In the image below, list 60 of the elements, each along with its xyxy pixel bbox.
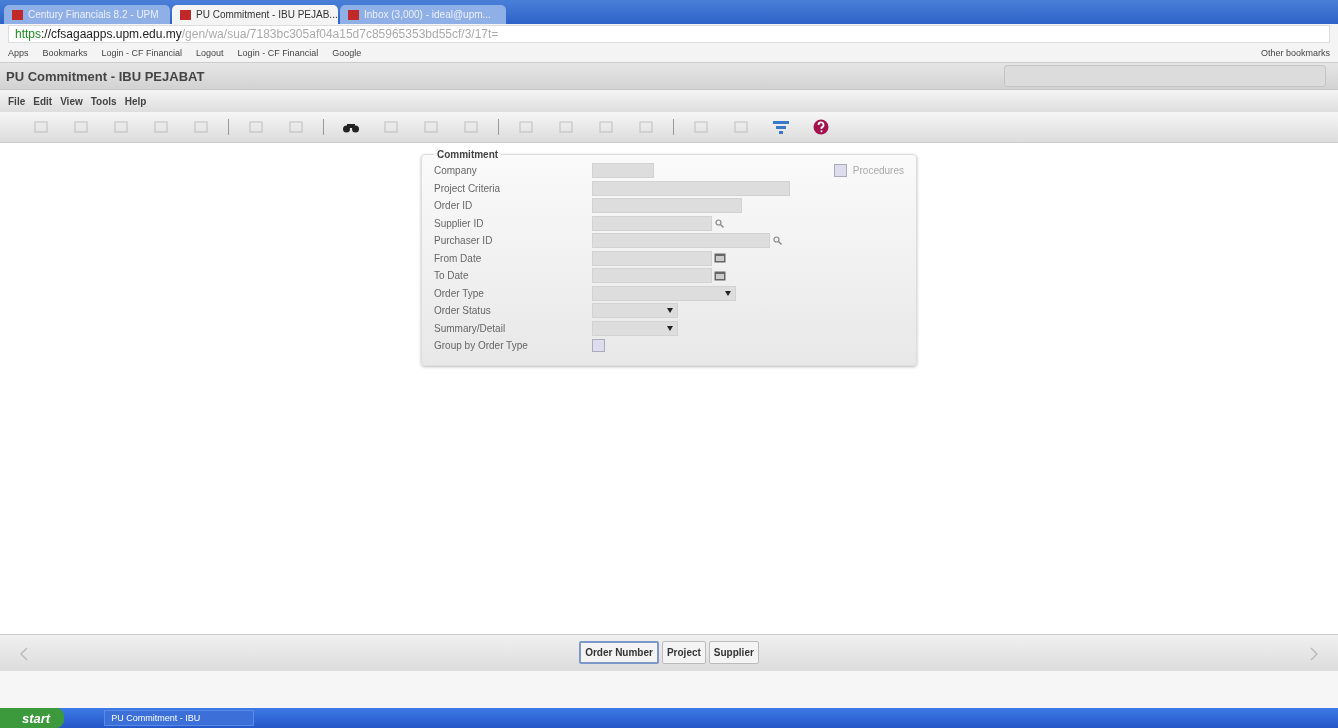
address-bar[interactable]: https://cfsagaapps.upm.edu.my/gen/wa/sua/7183bc305af04a15d7c85965353bd55cf/3/17t= (8, 25, 1330, 43)
dropdown-field[interactable] (592, 320, 678, 336)
caret-icon (725, 290, 731, 296)
view-tab[interactable]: Project (661, 641, 706, 664)
menu-item[interactable]: Edit (33, 95, 53, 107)
bookmark-link[interactable]: Login - CF Financial (237, 48, 319, 58)
input-field[interactable] (592, 215, 712, 231)
start-button[interactable]: start (0, 708, 65, 728)
field-label: Company (434, 165, 478, 177)
input-field[interactable] (592, 233, 770, 249)
checkbox[interactable] (833, 164, 847, 178)
calendar-icon[interactable] (714, 253, 726, 264)
panel-title: Commitment (436, 149, 500, 160)
search-icon[interactable] (715, 218, 724, 228)
field-label: From Date (434, 252, 483, 264)
taskbar-item[interactable]: PU Commitment - IBU (104, 710, 255, 726)
field-label: Supplier ID (434, 217, 485, 229)
filter-icon[interactable] (772, 119, 790, 135)
previous-icon[interactable] (20, 647, 28, 661)
field-label: Purchaser ID (434, 235, 494, 247)
checkbox-label: Procedures (852, 165, 904, 177)
date-field[interactable] (592, 268, 712, 284)
search-icon[interactable] (773, 236, 782, 246)
dropdown-field[interactable] (592, 303, 678, 319)
menu-item[interactable]: File (8, 95, 26, 107)
field-label: To Date (434, 270, 470, 282)
next-icon[interactable] (1310, 647, 1318, 661)
field-label: Project Criteria (434, 182, 502, 194)
bookmark-link[interactable]: Other bookmarks (1260, 48, 1330, 58)
menu-item[interactable]: View (60, 95, 83, 107)
checkbox[interactable] (592, 339, 605, 353)
caret-icon (667, 325, 673, 331)
favicon-icon (348, 9, 359, 20)
field-label: Summary/Detail (434, 322, 507, 334)
bookmark-link[interactable]: Login - CF Financial (101, 48, 183, 58)
help-icon[interactable] (812, 119, 830, 135)
field-label: Group by Order Type (434, 340, 529, 352)
dropdown-field[interactable] (592, 285, 736, 301)
bookmark-link[interactable]: Google (332, 48, 362, 58)
input-field[interactable] (592, 180, 790, 196)
date-field[interactable] (592, 250, 712, 266)
menu-item[interactable]: Tools (90, 95, 117, 107)
menu-item[interactable]: Help (124, 95, 147, 107)
caret-icon (667, 308, 673, 314)
view-tab[interactable]: Supplier (708, 641, 759, 664)
browser-tab[interactable]: PU Commitment - IBU PEJAB... (172, 5, 338, 24)
input-field[interactable] (592, 198, 742, 214)
favicon-icon (12, 9, 23, 20)
bookmark-link[interactable]: Logout (196, 48, 224, 58)
bookmark-link[interactable]: Apps (8, 48, 29, 58)
window-title: PU Commitment - IBU PEJABAT (6, 68, 206, 84)
search-field[interactable] (1004, 65, 1326, 87)
bookmark-link[interactable]: Bookmarks (42, 48, 88, 58)
favicon-icon (180, 9, 191, 20)
input-field[interactable] (592, 163, 654, 179)
field-label: Order Status (434, 305, 492, 317)
field-label: Order ID (434, 200, 474, 212)
calendar-icon[interactable] (714, 270, 726, 281)
view-tab[interactable]: Order Number (579, 641, 659, 664)
field-label: Order Type (434, 287, 485, 299)
